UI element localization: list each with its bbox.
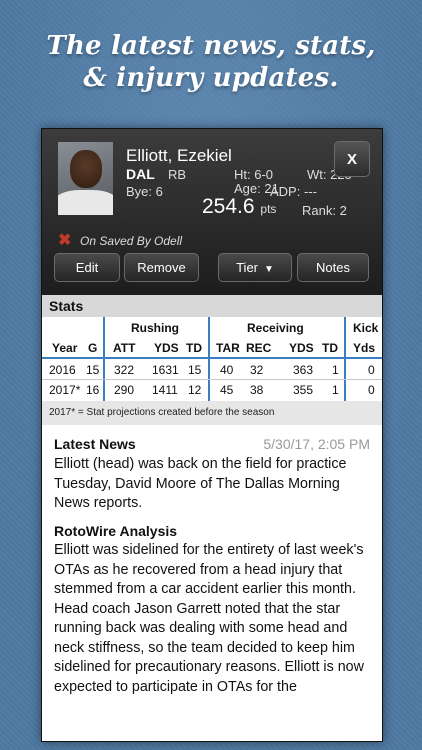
news-date: 5/30/17, 2:05 PM xyxy=(263,436,370,452)
group-receiving: Receiving xyxy=(247,321,304,335)
cell-rec: 38 xyxy=(250,383,264,397)
cell-rush-att: 322 xyxy=(114,363,135,377)
player-adp: ADP: --- xyxy=(270,184,317,199)
cell-year: 2017* xyxy=(49,383,81,397)
player-photo xyxy=(58,142,113,215)
points-value: 254.6 xyxy=(202,195,255,218)
player-name: Elliott, Ezekiel xyxy=(126,146,232,165)
stats-table: Rushing Receiving Kick Year G ATT YDS TD… xyxy=(42,317,382,401)
analysis-heading: RotoWire Analysis xyxy=(54,523,178,539)
col-header: TD xyxy=(186,341,202,355)
player-points: 254.6 pts xyxy=(202,195,276,219)
player-height: Ht: 6-0 xyxy=(234,167,274,182)
cell-rush-td: 15 xyxy=(188,363,202,377)
points-unit: pts xyxy=(260,202,277,216)
stats-title: Stats xyxy=(42,295,382,317)
close-button[interactable]: X xyxy=(334,141,370,177)
col-header: Yds xyxy=(353,341,376,355)
cell-rush-td: 12 xyxy=(188,383,202,397)
cell-rush-yds: 1411 xyxy=(152,383,178,397)
col-header: YDS xyxy=(154,341,179,355)
group-rushing: Rushing xyxy=(131,321,179,335)
group-kick: Kick xyxy=(353,321,379,335)
player-header: Elliott, Ezekiel DAL RB Bye: 6 Ht: 6-0 A… xyxy=(42,129,382,295)
player-card-screen: Elliott, Ezekiel DAL RB Bye: 6 Ht: 6-0 A… xyxy=(41,128,383,742)
tier-dropdown[interactable]: Tier ▼ xyxy=(218,253,292,282)
stats-footnote: 2017* = Stat projections created before … xyxy=(42,401,382,425)
col-header: Year xyxy=(52,341,78,355)
col-header: G xyxy=(88,341,98,355)
cell-rec-td: 1 xyxy=(332,383,339,397)
notes-button[interactable]: Notes xyxy=(297,253,369,282)
x-mark-icon: ✖ xyxy=(58,232,72,249)
cell-rec-yds: 355 xyxy=(293,383,314,397)
edit-button[interactable]: Edit xyxy=(54,253,120,282)
cell-rush-yds: 1631 xyxy=(152,363,179,377)
cell-kick-yds: 0 xyxy=(368,383,375,397)
cell-tar: 45 xyxy=(220,383,234,397)
remove-button[interactable]: Remove xyxy=(124,253,199,282)
news-text: Elliott (head) was back on the field for… xyxy=(54,456,347,511)
saved-text: On Saved By Odell xyxy=(80,234,183,248)
news-section: Latest News 5/30/17, 2:05 PM Elliott (he… xyxy=(42,425,382,741)
cell-rec-td: 1 xyxy=(332,363,339,377)
news-heading: Latest News xyxy=(54,436,136,452)
player-team: DAL xyxy=(126,166,155,182)
headline-line-1: The latest news, stats, xyxy=(46,31,376,61)
cell-rec: 32 xyxy=(250,363,264,377)
analysis-text: Elliott was sidelined for the entirety o… xyxy=(54,542,364,695)
headline: The latest news, stats, & injury updates… xyxy=(0,30,422,94)
cell-rush-att: 290 xyxy=(114,383,135,397)
headline-line-2: & injury updates. xyxy=(83,63,339,93)
cell-kick-yds: 0 xyxy=(368,363,375,377)
cell-games: 15 xyxy=(86,363,100,377)
col-header: YDS xyxy=(289,341,314,355)
player-rank: Rank: 2 xyxy=(302,203,347,218)
stats-section: Stats Rushing Receiving Kick Year G ATT … xyxy=(42,295,382,425)
col-header: TAR xyxy=(216,341,240,355)
col-header: ATT xyxy=(113,341,136,355)
cell-rec-yds: 363 xyxy=(293,363,314,377)
cell-tar: 40 xyxy=(220,363,234,377)
caret-down-icon: ▼ xyxy=(264,264,274,275)
player-bye: Bye: 6 xyxy=(126,184,163,199)
player-position: RB xyxy=(168,167,187,182)
col-header: REC xyxy=(246,341,272,355)
tier-label: Tier xyxy=(236,260,258,275)
cell-games: 16 xyxy=(86,383,100,397)
cell-year: 2016 xyxy=(49,363,76,377)
col-header: TD xyxy=(322,341,338,355)
